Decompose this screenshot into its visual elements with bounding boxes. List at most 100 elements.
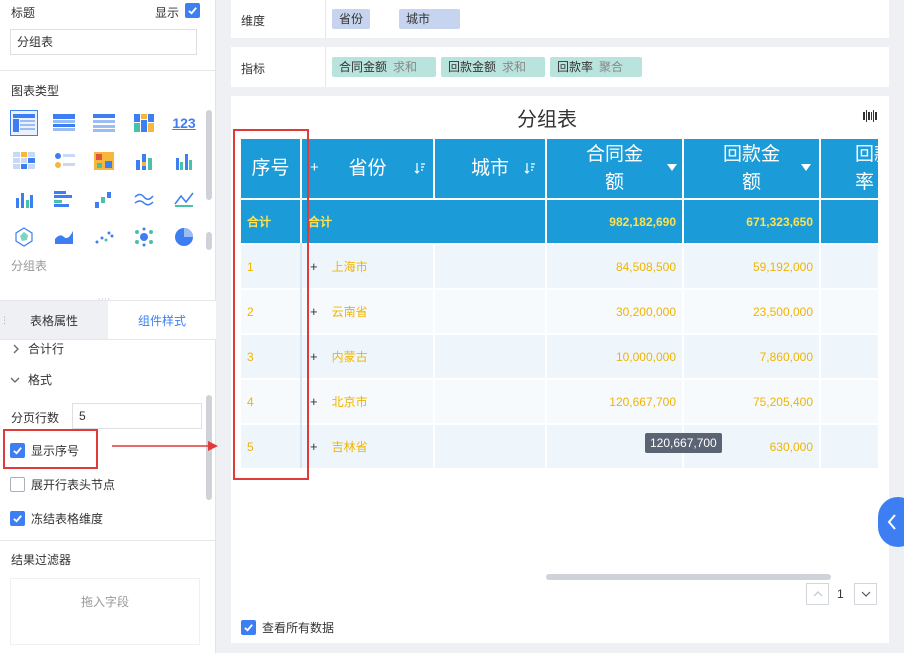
- pager-next-button[interactable]: [854, 583, 877, 605]
- tab-table-properties[interactable]: 表格属性: [0, 301, 108, 339]
- total-payment-amount: 671,323,650: [684, 200, 819, 243]
- expand-plus-icon[interactable]: +: [310, 439, 318, 454]
- row-payment-cell: 59,192,000: [684, 245, 819, 288]
- bar-chart-type-icon[interactable]: [10, 186, 38, 212]
- chevron-down-icon: [10, 377, 20, 383]
- total-payment-rate: [821, 200, 878, 243]
- highlight-box-show-index: [3, 429, 98, 469]
- header-city[interactable]: 城市: [435, 139, 545, 198]
- row-province-cell: + 云南省: [302, 290, 433, 333]
- chart-type-scrollbar-bottom[interactable]: [206, 232, 212, 250]
- check-icon: [244, 624, 253, 632]
- header-payment-rate[interactable]: 回款 率: [821, 139, 878, 198]
- grouped-bar-type-icon[interactable]: [170, 148, 198, 174]
- metric-bar: 指标 合同金额 求和 回款金额 求和 回款率 聚合: [231, 47, 889, 87]
- dropdown-caret-icon[interactable]: [667, 164, 677, 171]
- text-table-type-icon[interactable]: [10, 148, 38, 174]
- view-all-checkbox[interactable]: [241, 620, 256, 635]
- collapse-panel-button[interactable]: [878, 497, 904, 547]
- row-province-cell: + 吉林省: [302, 425, 433, 468]
- rows-per-page-input[interactable]: 5: [72, 403, 202, 429]
- property-tabs: 表格属性 组件样式: [0, 300, 216, 340]
- tab-component-style[interactable]: 组件样式: [108, 301, 216, 339]
- section-format-label: 格式: [28, 373, 53, 387]
- metric-chip-payment[interactable]: 回款金额 求和: [441, 57, 545, 77]
- color-grid-type-icon[interactable]: [130, 110, 158, 136]
- dimension-bar: 维度 省份 城市: [231, 0, 889, 38]
- row-city-cell: [435, 290, 545, 333]
- line-chart-type-icon[interactable]: [130, 186, 158, 212]
- table-title: 分组表: [517, 109, 577, 131]
- rows-per-page-label: 分页行数: [11, 411, 60, 425]
- bubble-type-icon[interactable]: [130, 224, 158, 250]
- barcode-icon[interactable]: [863, 110, 877, 122]
- freeze-dimension-checkbox[interactable]: [10, 511, 25, 526]
- divider: [0, 540, 216, 541]
- expand-plus-icon[interactable]: +: [310, 259, 318, 274]
- expand-row-header-checkbox[interactable]: [10, 477, 25, 492]
- chart-type-scrollbar[interactable]: [206, 110, 212, 200]
- metric-chip-contract-agg: 求和: [393, 60, 418, 74]
- dot-table-type-icon[interactable]: [50, 148, 78, 174]
- chevron-up-icon: [813, 591, 822, 597]
- area-chart-type-icon[interactable]: [50, 224, 78, 250]
- divider: [325, 47, 326, 87]
- stacked-bar-type-icon[interactable]: [130, 148, 158, 174]
- row-province-label: 北京市: [331, 395, 368, 409]
- row-city-cell: [435, 380, 545, 423]
- heatmap-type-icon[interactable]: [90, 148, 118, 174]
- header-province-label: 省份: [348, 157, 387, 179]
- chart-type-label: 图表类型: [11, 84, 60, 98]
- metric-chip-rate-agg: 聚合: [599, 60, 624, 74]
- expand-plus-icon[interactable]: +: [310, 154, 319, 182]
- dimension-chip-city[interactable]: 城市: [399, 9, 460, 29]
- table-horizontal-scrollbar[interactable]: [546, 574, 831, 580]
- show-title-checkbox[interactable]: [185, 3, 200, 18]
- filter-drop-zone[interactable]: 拖入字段: [10, 578, 200, 645]
- sort-icon[interactable]: [524, 162, 536, 174]
- scatter-type-icon[interactable]: [90, 224, 118, 250]
- option-freeze-dimension-label: 冻结表格维度: [31, 512, 104, 526]
- expand-plus-icon[interactable]: +: [310, 349, 318, 364]
- row-province-label: 上海市: [331, 260, 368, 274]
- section-format[interactable]: 格式: [10, 371, 52, 388]
- metric-chip-contract[interactable]: 合同金额 求和: [332, 57, 436, 77]
- metric-chip-payment-agg: 求和: [502, 60, 527, 74]
- highlight-box-index-column: [233, 129, 309, 480]
- area-line-type-icon[interactable]: [170, 186, 198, 212]
- left-config-panel: 标题 显示 分组表 图表类型 123 分组表 表格属性 组件样式 ⋮ 合计行 格…: [0, 0, 216, 653]
- row-rate-cell: [821, 290, 878, 333]
- check-icon: [13, 515, 22, 523]
- title-input[interactable]: 分组表: [10, 29, 197, 55]
- row-payment-cell: 23,500,000: [684, 290, 819, 333]
- expand-plus-icon[interactable]: +: [310, 304, 318, 319]
- header-payment-amount[interactable]: 回款金 额: [684, 139, 819, 198]
- pager-prev-button[interactable]: [806, 583, 829, 605]
- option-expand-row-header[interactable]: 展开行表头节点: [10, 476, 115, 493]
- metric-label: 指标: [241, 62, 266, 76]
- view-all-data[interactable]: 查看所有数据: [241, 619, 334, 636]
- detail-table-type-icon[interactable]: [90, 110, 118, 136]
- expand-plus-icon[interactable]: +: [310, 394, 318, 409]
- horizontal-bar-type-icon[interactable]: [50, 186, 78, 212]
- metric-chip-rate[interactable]: 回款率 聚合: [550, 57, 642, 77]
- group-table-type-icon[interactable]: [10, 110, 38, 136]
- section-total-row[interactable]: 合计行: [12, 340, 64, 357]
- radar-type-icon[interactable]: [10, 224, 38, 250]
- row-payment-cell: 75,205,400: [684, 380, 819, 423]
- option-freeze-dimension[interactable]: 冻结表格维度: [10, 510, 103, 527]
- header-province[interactable]: + 省份: [302, 139, 433, 198]
- pie-chart-type-icon[interactable]: [170, 224, 198, 250]
- header-contract-line1: 合同金: [585, 143, 643, 165]
- dropdown-caret-icon[interactable]: [801, 164, 811, 171]
- left-edge-handle-icon: ⋮: [0, 315, 9, 325]
- row-contract-cell: 120,667,700: [547, 380, 682, 423]
- waterfall-type-icon[interactable]: [90, 186, 118, 212]
- row-rate-cell: [821, 425, 878, 468]
- header-payment-line1: 回款金: [722, 143, 780, 165]
- header-contract-amount[interactable]: 合同金 额: [547, 139, 682, 198]
- cross-table-type-icon[interactable]: [50, 110, 78, 136]
- sort-icon[interactable]: [414, 162, 426, 174]
- dimension-chip-province[interactable]: 省份: [332, 9, 371, 29]
- kpi-number-type-icon[interactable]: 123: [170, 110, 198, 136]
